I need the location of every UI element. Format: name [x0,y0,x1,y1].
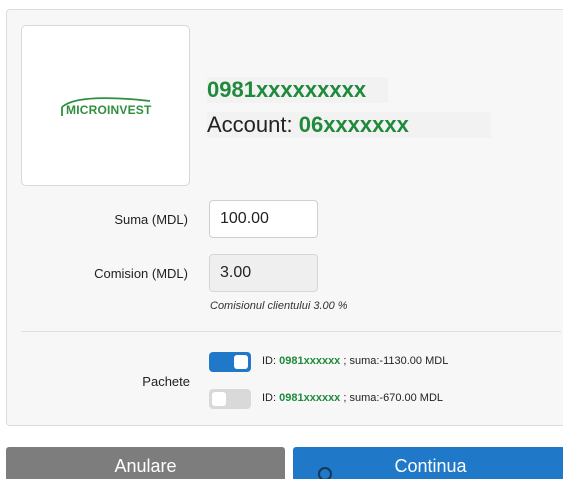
packages-label: Pachete [142,374,190,389]
package-amount: ; suma:-1130.00 MDL [340,355,449,367]
account-line: Account: 06xxxxxxx [207,112,491,138]
fee-field: 3.00 [209,254,318,292]
package-toggle-1[interactable] [209,352,251,372]
package-item-2: ID: 0981xxxxxx ; suma:-670.00 MDL [262,392,443,404]
continue-button[interactable]: Continua [293,447,563,479]
package-id-label: ID: [262,355,280,367]
loading-spinner-icon [318,467,332,479]
account-label: Account: [207,112,299,137]
fee-label: Comision (MDL) [94,266,188,281]
microinvest-logo: MICROINVEST [58,95,168,125]
toggle-knob [234,355,248,369]
sum-label: Suma (MDL) [114,212,188,227]
package-id: 0981xxxxxx [279,392,341,404]
cancel-button[interactable]: Anulare [6,447,285,479]
package-toggle-2[interactable] [209,389,251,409]
sum-input[interactable]: 100.00 [209,200,318,238]
package-id-label: ID: [262,392,280,404]
continue-label: Continua [394,456,467,476]
logo-text: MICROINVEST [66,103,152,117]
package-item-1: ID: 0981xxxxxx ; suma:-1130.00 MDL [262,355,448,367]
toggle-knob [212,392,226,406]
package-id: 0981xxxxxx [279,355,341,367]
account-value: 06xxxxxxx [298,112,409,137]
package-amount: ; suma:-670.00 MDL [340,392,444,404]
fee-note: Comisionul clientului 3.00 % [210,300,348,312]
phone-number: 0981xxxxxxxxx [207,77,389,103]
payment-page: MICROINVEST 0981xxxxxxxxx Account: 06xxx… [0,0,563,479]
section-divider [21,331,561,332]
